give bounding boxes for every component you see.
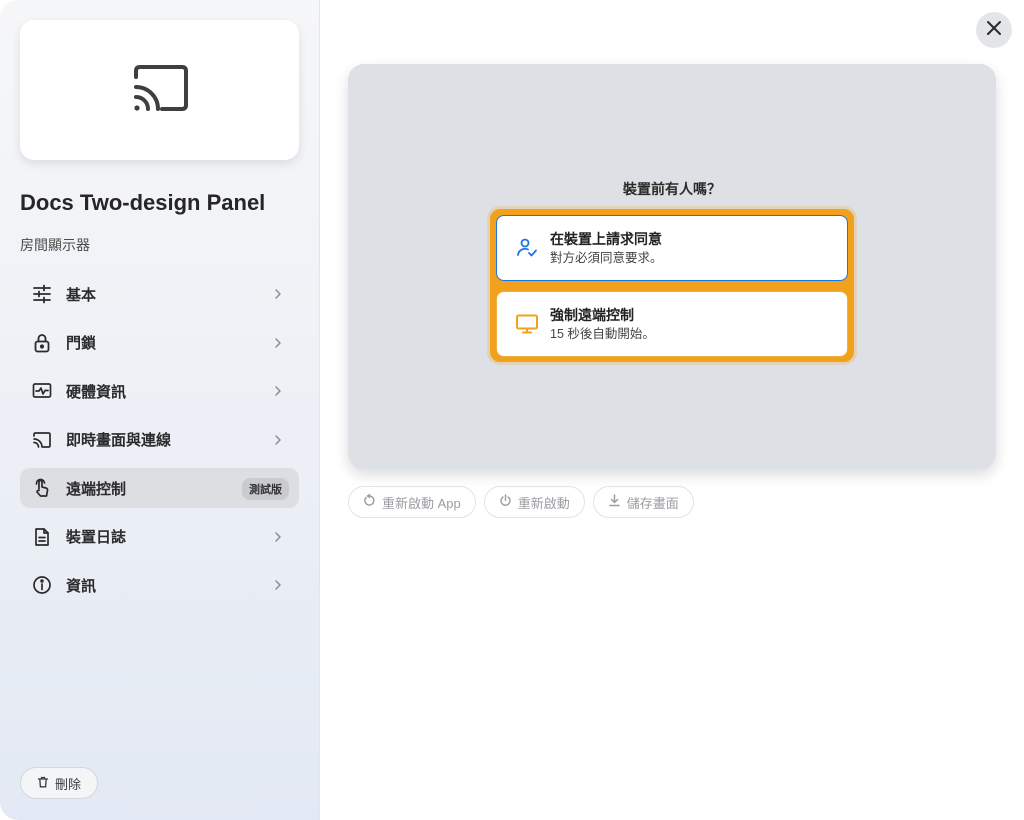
device-preview-card	[20, 20, 299, 160]
sidebar-nav: 基本 門鎖 硬體資訊 即時畫面與連線 遠端控制 測試版 裝置日誌 資訊	[20, 274, 299, 614]
delete-label: 刪除	[54, 776, 81, 792]
sidebar-item-lock[interactable]: 門鎖	[20, 323, 299, 363]
device-type: 房間顯示器	[20, 237, 90, 253]
chevron-right-icon	[275, 531, 281, 542]
power-icon	[499, 494, 512, 510]
sidebar-item-label: 硬體資訊	[66, 383, 127, 401]
sidebar-item-label: 遠端控制	[66, 480, 127, 498]
consent-options: 在裝置上請求同意 對方必須同意要求。 強制遠端控制 15 秒後自動開始。	[490, 209, 854, 362]
delete-device-button[interactable]: 刪除	[20, 767, 98, 799]
restart-button[interactable]: 重新啟動	[483, 486, 585, 518]
request-consent-option[interactable]: 在裝置上請求同意 對方必須同意要求。	[496, 215, 848, 281]
document-icon	[32, 527, 52, 547]
restart-app-button[interactable]: 重新啟動 App	[348, 486, 476, 518]
sidebar-item-label: 基本	[66, 286, 97, 304]
sidebar-item-remote-control[interactable]: 遠端控制 測試版	[20, 468, 299, 508]
download-icon	[608, 494, 621, 510]
force-remote-control-option[interactable]: 強制遠端控制 15 秒後自動開始。	[496, 291, 848, 357]
device-settings-window: Docs Two-design Panel 房間顯示器 基本 門鎖 硬體資訊 即…	[0, 0, 1024, 820]
sidebar-item-basic[interactable]: 基本	[20, 274, 299, 314]
save-screenshot-button[interactable]: 儲存畫面	[592, 486, 694, 518]
chevron-right-icon	[275, 337, 281, 348]
option-subtitle: 15 秒後自動開始。	[550, 326, 655, 341]
action-label: 重新啟動	[517, 495, 570, 511]
cast-icon	[132, 64, 188, 116]
sidebar-item-device-log[interactable]: 裝置日誌	[20, 517, 299, 557]
trash-icon	[37, 776, 49, 791]
chevron-right-icon	[275, 580, 281, 590]
action-label: 儲存畫面	[626, 495, 679, 511]
consent-question: 裝置前有人嗎？	[623, 181, 721, 197]
device-name: Docs Two-design Panel	[20, 190, 266, 215]
sidebar-item-live-view[interactable]: 即時畫面與連線	[20, 420, 299, 460]
sliders-icon	[32, 284, 52, 304]
sidebar-item-label: 即時畫面與連線	[66, 432, 172, 449]
option-title: 在裝置上請求同意	[550, 230, 662, 247]
chevron-right-icon	[275, 386, 281, 396]
beta-badge: 測試版	[242, 478, 289, 500]
monitor-icon	[514, 311, 540, 337]
sidebar: Docs Two-design Panel 房間顯示器 基本 門鎖 硬體資訊 即…	[0, 0, 320, 820]
chevron-right-icon	[275, 434, 281, 445]
chevron-right-icon	[275, 289, 281, 299]
sidebar-item-label: 資訊	[66, 577, 97, 595]
remote-screen-panel: 裝置前有人嗎？ 在裝置上請求同意 對方必須同意要求。 強制遠端控制 15 秒後自…	[348, 64, 996, 469]
option-subtitle: 對方必須同意要求。	[550, 250, 663, 265]
cast-icon	[32, 430, 52, 450]
sidebar-item-label: 裝置日誌	[66, 529, 127, 546]
device-actions: 重新啟動 App 重新啟動 儲存畫面	[348, 486, 694, 518]
close-button[interactable]	[976, 12, 1012, 48]
lock-icon	[32, 333, 52, 353]
sidebar-item-info[interactable]: 資訊	[20, 565, 299, 605]
user-check-icon	[514, 235, 540, 261]
restart-icon	[363, 493, 376, 510]
sidebar-item-hardware[interactable]: 硬體資訊	[20, 371, 299, 411]
close-icon	[985, 19, 1003, 42]
action-label: 重新啟動 App	[382, 495, 461, 511]
touch-hand-icon	[32, 478, 52, 498]
info-icon	[32, 575, 52, 595]
hardware-monitor-icon	[32, 381, 52, 401]
option-title: 強制遠端控制	[550, 306, 634, 323]
sidebar-item-label: 門鎖	[66, 335, 97, 352]
